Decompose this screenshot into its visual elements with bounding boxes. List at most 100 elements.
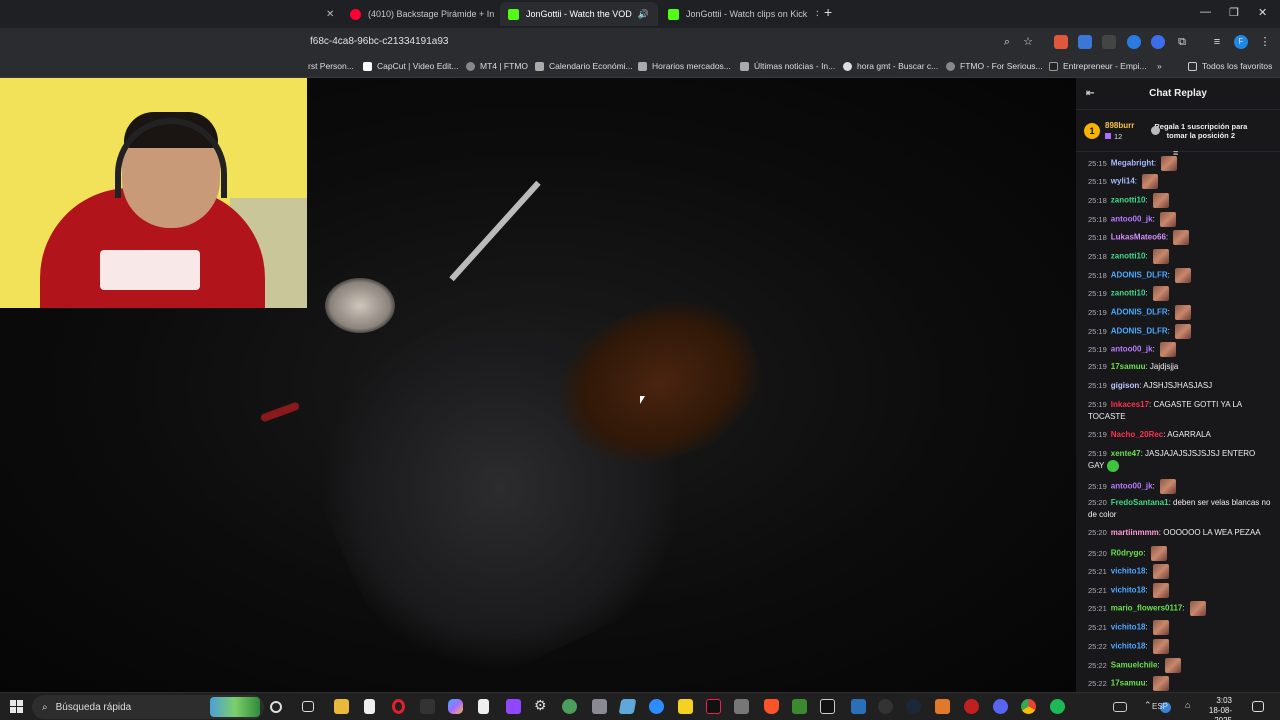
all-bookmarks[interactable]: Todos los favoritos — [1188, 61, 1272, 71]
video-player[interactable] — [0, 78, 1076, 692]
audio-icon[interactable]: 🔊 — [638, 9, 649, 20]
gift-leaderboard[interactable]: 1 898burr 12 Regala 1 suscripción para t… — [1076, 110, 1280, 152]
tab-kick-vod[interactable]: JonGottii - Watch the VOD 🔊 ✕ — [500, 2, 658, 26]
message-username[interactable]: antoo00_jk — [1111, 482, 1153, 491]
language-indicator[interactable]: ESP — [1152, 702, 1168, 711]
translate-icon[interactable] — [1078, 35, 1092, 49]
media-icon[interactable]: ≡ — [1210, 35, 1224, 49]
profile-avatar[interactable]: F — [1234, 35, 1248, 49]
message-username[interactable]: vichito18 — [1111, 567, 1146, 576]
windows-start-icon[interactable] — [10, 700, 23, 713]
app-icon[interactable] — [592, 699, 607, 714]
tab-kick-clips[interactable]: JonGottii - Watch clips on Kick ✕ — [660, 2, 818, 26]
steam-icon[interactable] — [906, 699, 921, 714]
close-icon[interactable]: ✕ — [807, 9, 818, 20]
taskbar-clock[interactable]: 3:03 18-08-2025 — [1198, 696, 1232, 720]
message-username[interactable]: antoo00_jk — [1111, 215, 1153, 224]
message-username[interactable]: xente47 — [1111, 449, 1141, 458]
app-icon[interactable] — [964, 699, 979, 714]
app-icon[interactable] — [851, 699, 866, 714]
message-username[interactable]: vichito18 — [1111, 623, 1146, 632]
copilot-icon[interactable] — [448, 699, 463, 714]
bookmark-item[interactable]: Calendario Económi... — [535, 61, 633, 71]
twitch-icon[interactable] — [506, 699, 521, 714]
bookmark-item[interactable]: Horarios mercados... — [638, 61, 731, 71]
new-tab-button[interactable]: + — [824, 4, 832, 20]
window-close-button[interactable]: ✕ — [1258, 6, 1267, 19]
message-username[interactable]: R0drygo — [1111, 549, 1143, 558]
sticky-notes-icon[interactable] — [678, 699, 693, 714]
bookmark-star-icon[interactable]: ☆ — [1021, 35, 1035, 49]
more-menu-icon[interactable]: ⋮ — [1258, 35, 1272, 49]
message-username[interactable]: ADONIS_DLFR — [1111, 271, 1168, 280]
notifications-icon[interactable] — [1252, 701, 1264, 712]
minecraft-icon[interactable] — [792, 699, 807, 714]
minimize-button[interactable]: — — [1200, 6, 1211, 18]
message-username[interactable]: ADONIS_DLFR — [1111, 308, 1168, 317]
discord-icon[interactable] — [993, 699, 1008, 714]
bookmark-item[interactable]: rst Person... — [308, 61, 354, 71]
bookmark-item[interactable]: hora gmt - Buscar c... — [843, 61, 938, 71]
message-username[interactable]: Samuelchile — [1111, 661, 1158, 670]
file-icon[interactable] — [478, 699, 489, 714]
message-username[interactable]: zanotti10 — [1111, 252, 1146, 261]
app-icon[interactable] — [562, 699, 577, 714]
extensions-puzzle-icon[interactable]: ⧉ — [1175, 35, 1189, 49]
message-username[interactable]: ADONIS_DLFR — [1111, 327, 1168, 336]
zoom-icon[interactable]: ⌕ — [1000, 35, 1014, 49]
message-username[interactable]: gigison — [1111, 381, 1139, 390]
message-username[interactable]: vichito18 — [1111, 642, 1146, 651]
task-view-icon[interactable] — [302, 701, 314, 712]
message-username[interactable]: wyli14 — [1111, 177, 1135, 186]
brave-icon[interactable] — [764, 699, 779, 714]
zoom-app-icon[interactable] — [649, 699, 664, 714]
opera-icon[interactable] — [392, 699, 405, 714]
extension-icon[interactable] — [1102, 35, 1116, 49]
restore-button[interactable]: ❐ — [1229, 6, 1239, 19]
message-username[interactable]: LukasMateo66 — [1111, 233, 1166, 242]
notepad-icon[interactable] — [364, 699, 375, 714]
message-username[interactable]: Megabright — [1111, 159, 1154, 168]
extension-icon[interactable] — [1054, 35, 1068, 49]
bookmark-item[interactable]: Entrepreneur - Empi... — [1049, 61, 1147, 71]
message-username[interactable]: zanotti10 — [1111, 289, 1146, 298]
file-explorer-icon[interactable] — [334, 699, 349, 714]
message-username[interactable]: Inkaces17 — [1111, 400, 1149, 409]
tab-youtube[interactable]: (4010) Backstage Pirámide + In ✕ — [342, 2, 500, 26]
bookmarks-overflow-icon[interactable]: » — [1157, 61, 1162, 71]
message-username[interactable]: Nacho_20Rec — [1111, 430, 1163, 439]
tiktok-icon[interactable] — [706, 699, 721, 714]
chrome-icon[interactable] — [1021, 699, 1036, 714]
app-icon[interactable] — [420, 699, 435, 714]
app-icon[interactable] — [878, 699, 893, 714]
message-username[interactable]: zanotti10 — [1111, 196, 1146, 205]
bookmark-item[interactable]: CapCut | Video Edit... — [363, 61, 458, 71]
collapse-chat-icon[interactable]: ⇤ — [1086, 88, 1094, 99]
app-icon[interactable] — [935, 699, 950, 714]
message-username[interactable]: 17samuu — [1111, 362, 1146, 371]
extension-icon[interactable] — [1127, 35, 1141, 49]
bookmark-item[interactable]: Últimas noticias - In... — [740, 61, 835, 71]
emote-icon — [1160, 479, 1177, 494]
message-username[interactable]: mario_flowers0117 — [1111, 604, 1183, 613]
url-field[interactable]: f68c-4ca8-96bc-c21334191a93 — [310, 36, 448, 47]
tray-app-icon[interactable] — [1113, 702, 1127, 712]
message-username[interactable]: martiinmmm — [1111, 528, 1159, 537]
message-username[interactable]: 17samuu — [1111, 679, 1146, 688]
app-icon[interactable] — [734, 699, 749, 714]
message-username[interactable]: vichito18 — [1111, 586, 1146, 595]
tab-close-prev[interactable]: ✕ — [318, 2, 340, 26]
bookmark-item[interactable]: MT4 | FTMO — [466, 61, 528, 71]
message-username[interactable]: FredoSantana1 — [1111, 498, 1169, 507]
capcut-app-icon[interactable] — [820, 699, 835, 714]
close-icon[interactable]: ✕ — [649, 9, 658, 20]
settings-icon[interactable]: ⚙ — [534, 698, 549, 713]
close-icon[interactable]: ✕ — [322, 9, 334, 20]
taskbar-search[interactable]: ⌕ Búsqueda rápida — [32, 695, 264, 719]
cortana-icon[interactable] — [270, 701, 282, 713]
app-icon[interactable] — [618, 699, 637, 714]
spotify-icon[interactable] — [1050, 699, 1065, 714]
message-username[interactable]: antoo00_jk — [1111, 345, 1153, 354]
bookmark-item[interactable]: FTMO - For Serious... — [946, 61, 1043, 71]
extension-icon[interactable] — [1151, 35, 1165, 49]
